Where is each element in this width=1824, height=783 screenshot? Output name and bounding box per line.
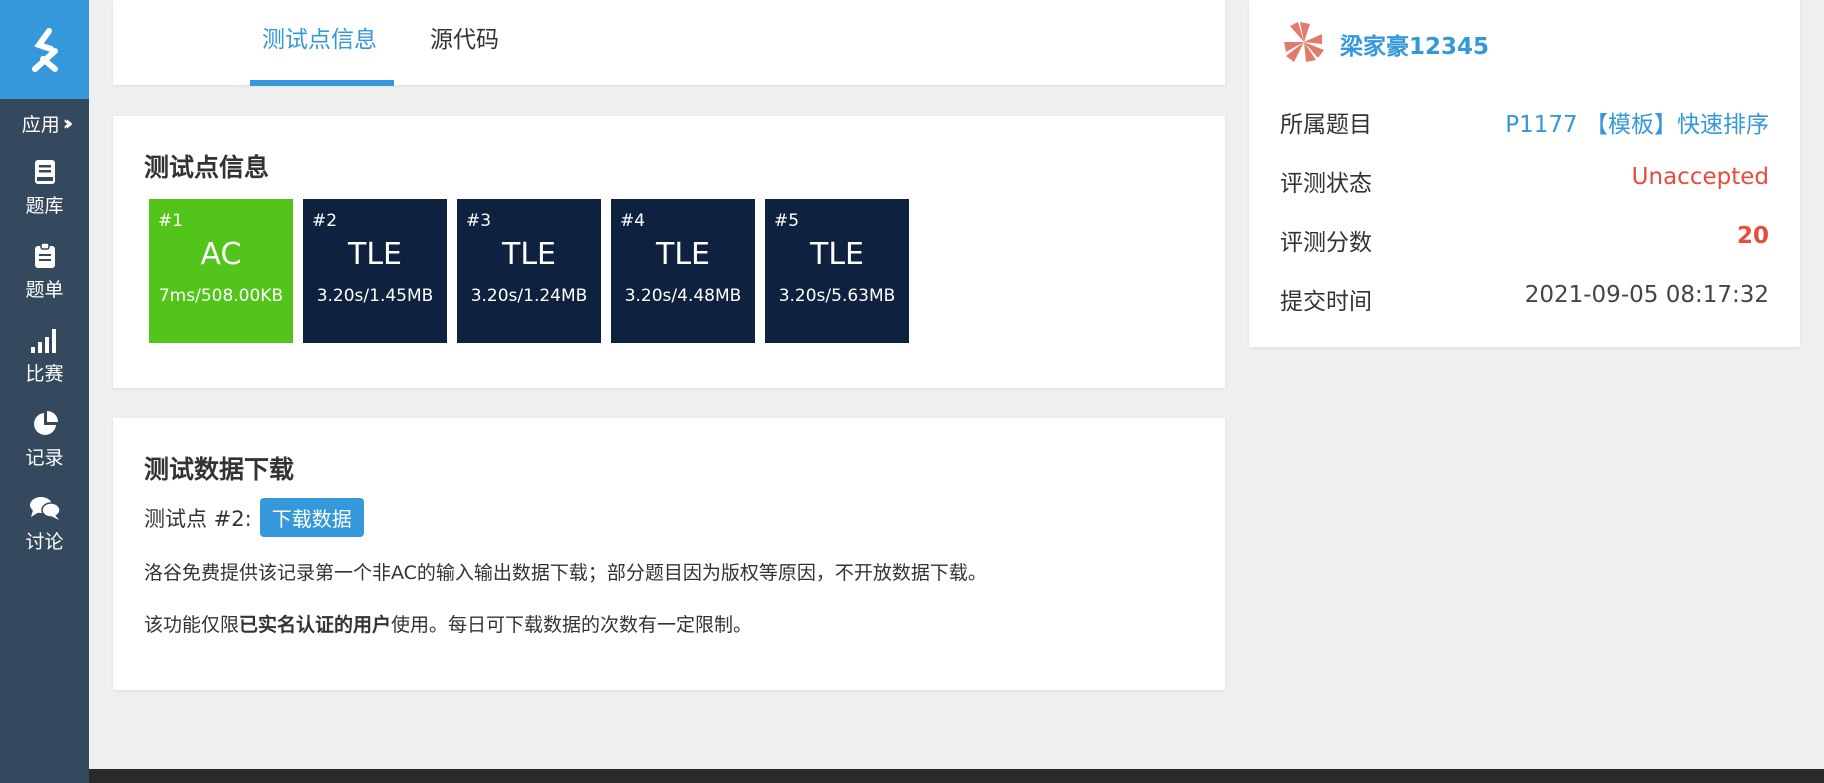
test-case[interactable]: #4 TLE 3.20s/4.48MB (611, 199, 755, 343)
restriction-bold: 已实名认证的用户 (239, 614, 392, 636)
user-row: 梁家豪12345 (1280, 18, 1489, 70)
download-data-button[interactable]: 下载数据 (259, 498, 364, 537)
avatar-icon (1284, 22, 1324, 62)
sidebar-item-contest[interactable]: 比赛 (0, 313, 89, 397)
pie-chart-icon (31, 409, 59, 439)
active-tab-indicator (250, 80, 394, 86)
info-row-problem: 所属题目 P1177 【模板】快速排序 (1280, 105, 1769, 139)
submit-time-value: 2021-09-05 08:17:32 (1524, 282, 1769, 308)
test-case-meta: 3.20s/4.48MB (624, 286, 742, 306)
tab-source-code[interactable]: 源代码 (430, 20, 499, 54)
footer (89, 769, 1824, 783)
record-tabs: 测试点信息 源代码 (113, 0, 1225, 86)
info-key: 评测状态 (1280, 171, 1372, 197)
test-case-number: #1 (158, 211, 184, 231)
test-case-status: TLE (656, 237, 710, 272)
test-case-number: #3 (466, 211, 492, 231)
info-key: 评测分数 (1280, 230, 1372, 256)
record-info-card: 梁家豪12345 所属题目 P1177 【模板】快速排序 评测状态 Unacce… (1249, 0, 1800, 347)
info-key: 提交时间 (1280, 289, 1372, 315)
score-value: 20 (1736, 223, 1769, 249)
test-case-number: #4 (620, 211, 646, 231)
clipboard-icon (34, 241, 56, 271)
status-value: Unaccepted (1631, 164, 1769, 190)
test-case-status: TLE (502, 237, 556, 272)
test-case-number: #5 (774, 211, 800, 231)
info-row-status: 评测状态 Unaccepted (1280, 164, 1769, 198)
restriction-suffix: 使用。每日可下载数据的次数有一定限制。 (391, 614, 753, 636)
test-case-status: AC (200, 237, 242, 272)
download-notice: 洛谷免费提供该记录第一个非AC的输入输出数据下载；部分题目因为版权等原因，不开放… (144, 562, 987, 584)
sidebar-item-training[interactable]: 题单 (0, 229, 89, 313)
chat-bubbles-icon (29, 493, 61, 523)
info-row-score: 评测分数 20 (1280, 223, 1769, 257)
info-row-time: 提交时间 2021-09-05 08:17:32 (1280, 282, 1769, 316)
download-test-label: 测试点 #2: (144, 506, 252, 531)
test-data-download-card: 测试数据下载 测试点 #2: 下载数据 洛谷免费提供该记录第一个非AC的输入输出… (113, 418, 1225, 690)
sidebar-item-record[interactable]: 记录 (0, 397, 89, 481)
download-row: 测试点 #2: 下载数据 (144, 498, 364, 537)
test-case-number: #2 (312, 211, 338, 231)
user-name-link[interactable]: 梁家豪12345 (1340, 27, 1489, 61)
signal-bars-icon (30, 325, 60, 355)
test-case[interactable]: #3 TLE 3.20s/1.24MB (457, 199, 601, 343)
card-title: 测试数据下载 (144, 455, 295, 484)
logo-icon (31, 27, 58, 72)
test-case-meta: 7ms/508.00KB (158, 286, 284, 306)
tab-test-info[interactable]: 测试点信息 (262, 20, 377, 54)
sidebar-item-label: 比赛 (25, 362, 64, 385)
test-case-meta: 3.20s/1.45MB (316, 286, 434, 306)
book-icon (33, 157, 57, 187)
apps-label: 应用 (21, 113, 60, 136)
test-cases-card: 测试点信息 #1 AC 7ms/508.00KB #2 TLE 3.20s/1.… (113, 116, 1225, 388)
avatar[interactable] (1280, 18, 1328, 70)
restriction-prefix: 该功能仅限 (144, 614, 240, 636)
sidebar-item-label: 记录 (25, 446, 64, 469)
test-case-meta: 3.20s/5.63MB (778, 286, 896, 306)
test-case-meta: 3.20s/1.24MB (470, 286, 588, 306)
sidebar-item-problems[interactable]: 题库 (0, 145, 89, 229)
sidebar: 应用 ›› 题库 题单 比赛 记录 讨论 (0, 0, 89, 783)
sidebar-item-discuss[interactable]: 讨论 (0, 481, 89, 565)
download-restriction: 该功能仅限已实名认证的用户使用。每日可下载数据的次数有一定限制。 (144, 610, 752, 637)
info-key: 所属题目 (1280, 112, 1372, 138)
test-case-list: #1 AC 7ms/508.00KB #2 TLE 3.20s/1.45MB #… (149, 199, 909, 343)
card-title: 测试点信息 (144, 153, 270, 182)
sidebar-item-label: 讨论 (25, 530, 64, 553)
sidebar-item-label: 题库 (25, 194, 64, 217)
double-chevron-right-icon: ›› (62, 111, 74, 135)
luogu-logo[interactable] (0, 0, 89, 99)
test-case[interactable]: #5 TLE 3.20s/5.63MB (765, 199, 909, 343)
apps-toggle[interactable]: 应用 ›› (0, 101, 89, 145)
test-case[interactable]: #2 TLE 3.20s/1.45MB (303, 199, 447, 343)
test-case-status: TLE (810, 237, 864, 272)
sidebar-item-label: 题单 (25, 278, 64, 301)
test-case-status: TLE (348, 237, 402, 272)
problem-link[interactable]: P1177 【模板】快速排序 (1505, 105, 1769, 139)
test-case[interactable]: #1 AC 7ms/508.00KB (149, 199, 293, 343)
